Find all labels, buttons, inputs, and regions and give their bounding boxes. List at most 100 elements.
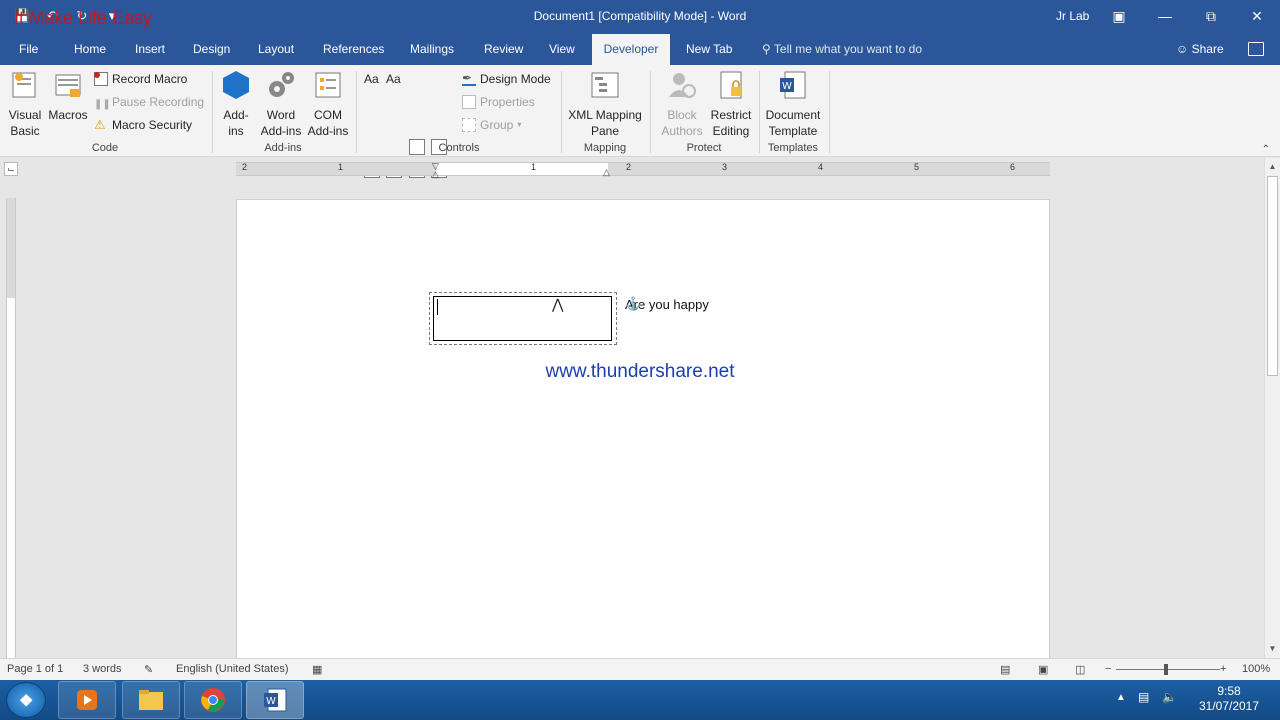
file-explorer-taskbar-icon[interactable] (122, 681, 180, 719)
group-button[interactable]: Group ▾ (462, 115, 521, 135)
tab-layout[interactable]: Layout (249, 34, 303, 65)
macro-recording-icon[interactable]: ▦ (312, 663, 322, 676)
rich-text-icon: Aa (364, 72, 379, 86)
share-button[interactable]: ☺ Share (1176, 34, 1224, 65)
group-label-code: Code (91, 142, 119, 154)
ruler-number: 3 (722, 162, 728, 172)
word-taskbar-icon[interactable]: W (246, 681, 304, 719)
tab-review[interactable]: Review (475, 34, 532, 65)
comments-icon[interactable] (1248, 42, 1264, 56)
signed-in-user[interactable]: Jr Lab (1056, 9, 1089, 23)
language[interactable]: English (United States) (176, 663, 289, 675)
chrome-taskbar-icon[interactable] (184, 681, 242, 719)
text-caret (437, 299, 438, 315)
record-macro-icon (94, 72, 108, 86)
tab-insert[interactable]: Insert (126, 34, 174, 65)
tell-me-search[interactable]: ⚲ Tell me what you want to do (762, 34, 922, 65)
proofing-icon[interactable]: ✎ (144, 663, 153, 676)
group-separator (356, 71, 357, 153)
visual-basic-button[interactable]: Visual Basic (4, 69, 46, 139)
tab-developer[interactable]: Developer (592, 34, 670, 65)
restore-button[interactable]: ⧉ (1188, 0, 1234, 32)
ruler-number: 5 (914, 162, 920, 172)
top-margin-area (7, 198, 15, 298)
add-ins-button[interactable]: Add-ins (216, 69, 256, 139)
zoom-level[interactable]: 100% (1242, 663, 1270, 675)
plain-text-content-control-button[interactable]: Aa (386, 69, 401, 89)
rich-text-content-control-button[interactable]: Aa (364, 69, 379, 89)
close-button[interactable]: ✕ (1234, 0, 1280, 32)
word-add-ins-button[interactable]: Word Add-ins (258, 69, 304, 139)
macro-security-button[interactable]: ⚠ Macro Security (94, 115, 192, 135)
pause-recording-button[interactable]: ❚❚ Pause Recording (94, 92, 204, 112)
ruler-number: 2 (626, 162, 632, 172)
tab-references[interactable]: References (314, 34, 393, 65)
volume-icon[interactable]: 🔈 (1162, 690, 1177, 704)
document-page[interactable] (236, 199, 1050, 659)
tab-home[interactable]: Home (65, 34, 115, 65)
tab-new-tab[interactable]: New Tab (677, 34, 741, 65)
add-ins-label: Add-ins (223, 108, 249, 138)
scroll-thumb[interactable] (1267, 176, 1278, 376)
zoom-out-icon[interactable]: − (1105, 663, 1111, 675)
print-layout-icon[interactable]: ▣ (1038, 663, 1048, 676)
vertical-ruler[interactable] (6, 198, 16, 658)
ribbon-developer: Visual Basic Macros Record Macro ❚❚ Paus… (0, 65, 1280, 201)
minimize-button[interactable]: — (1142, 0, 1188, 32)
macros-label: Macros (48, 108, 88, 122)
record-macro-button[interactable]: Record Macro (94, 69, 187, 89)
read-mode-icon[interactable]: ▤ (1000, 663, 1010, 676)
scroll-down-icon[interactable]: ▼ (1265, 642, 1280, 656)
block-authors-button[interactable]: Block Authors (655, 69, 709, 139)
system-clock[interactable]: 9:58 31/07/2017 (1196, 684, 1262, 714)
svg-text:W: W (266, 696, 276, 707)
ibeam-cursor-icon: ⋀ (552, 296, 564, 312)
macros-button[interactable]: Macros (46, 69, 90, 123)
vertical-scrollbar[interactable]: ▲ ▼ (1264, 158, 1280, 658)
zoom-in-icon[interactable]: + (1220, 663, 1226, 675)
block-authors-icon (669, 73, 696, 98)
com-add-ins-button[interactable]: COM Add-ins (306, 69, 350, 139)
network-icon[interactable]: ▤ (1138, 690, 1149, 704)
design-mode-button[interactable]: ✒ Design Mode (462, 69, 551, 89)
media-player-taskbar-icon[interactable] (58, 681, 116, 719)
clock-date: 31/07/2017 (1198, 699, 1260, 713)
ribbon-display-options-button[interactable]: ▣ (1096, 0, 1142, 32)
gears-icon (269, 72, 294, 97)
tab-design[interactable]: Design (184, 34, 239, 65)
visual-basic-label: Visual Basic (8, 108, 42, 138)
warning-icon: ⚠ (94, 117, 106, 132)
document-template-button[interactable]: W Document Template (762, 69, 824, 139)
word-icon: W (264, 688, 287, 712)
restrict-editing-button[interactable]: Restrict Editing (708, 69, 754, 139)
zoom-slider-thumb[interactable] (1164, 664, 1168, 675)
tab-mailings[interactable]: Mailings (401, 34, 463, 65)
left-indent-marker[interactable]: △ (432, 169, 439, 180)
collapse-ribbon-icon[interactable]: ⌃ (1262, 144, 1270, 155)
horizontal-ruler[interactable]: 2 1 1 2 3 4 5 6 ▽ △ △ (236, 161, 1050, 179)
status-bar: Page 1 of 1 3 words ✎ English (United St… (0, 658, 1280, 680)
page-count[interactable]: Page 1 of 1 (7, 663, 63, 675)
properties-button[interactable]: Properties (462, 92, 535, 112)
activex-textbox[interactable] (433, 296, 612, 341)
xml-mapping-pane-button[interactable]: XML Mapping Pane (566, 69, 644, 139)
clock-time: 9:58 (1217, 684, 1241, 698)
right-indent-marker[interactable]: △ (603, 167, 610, 178)
tab-selector[interactable]: ⌙ (4, 162, 18, 176)
picture-control-icon[interactable] (409, 139, 425, 155)
pause-recording-label: Pause Recording (112, 95, 205, 109)
pause-icon: ❚❚ (94, 99, 111, 110)
tab-view[interactable]: View (540, 34, 584, 65)
zoom-slider[interactable] (1116, 669, 1220, 670)
scroll-up-icon[interactable]: ▲ (1265, 160, 1280, 174)
web-layout-icon[interactable]: ◫ (1075, 663, 1085, 676)
group-separator (759, 71, 760, 153)
tab-file[interactable]: File (10, 34, 47, 65)
title-bar: 💾 ↶ ↻ ▾ It Make Life Easy Document1 [Com… (0, 0, 1280, 34)
start-button[interactable]: ❖ (6, 682, 46, 718)
group-label-controls: Controls (438, 142, 480, 154)
word-count[interactable]: 3 words (83, 663, 122, 675)
group-label-protect: Protect (686, 142, 722, 154)
restrict-editing-label: Restrict Editing (710, 108, 752, 138)
show-hidden-icons-icon[interactable]: ▲ (1116, 692, 1126, 703)
